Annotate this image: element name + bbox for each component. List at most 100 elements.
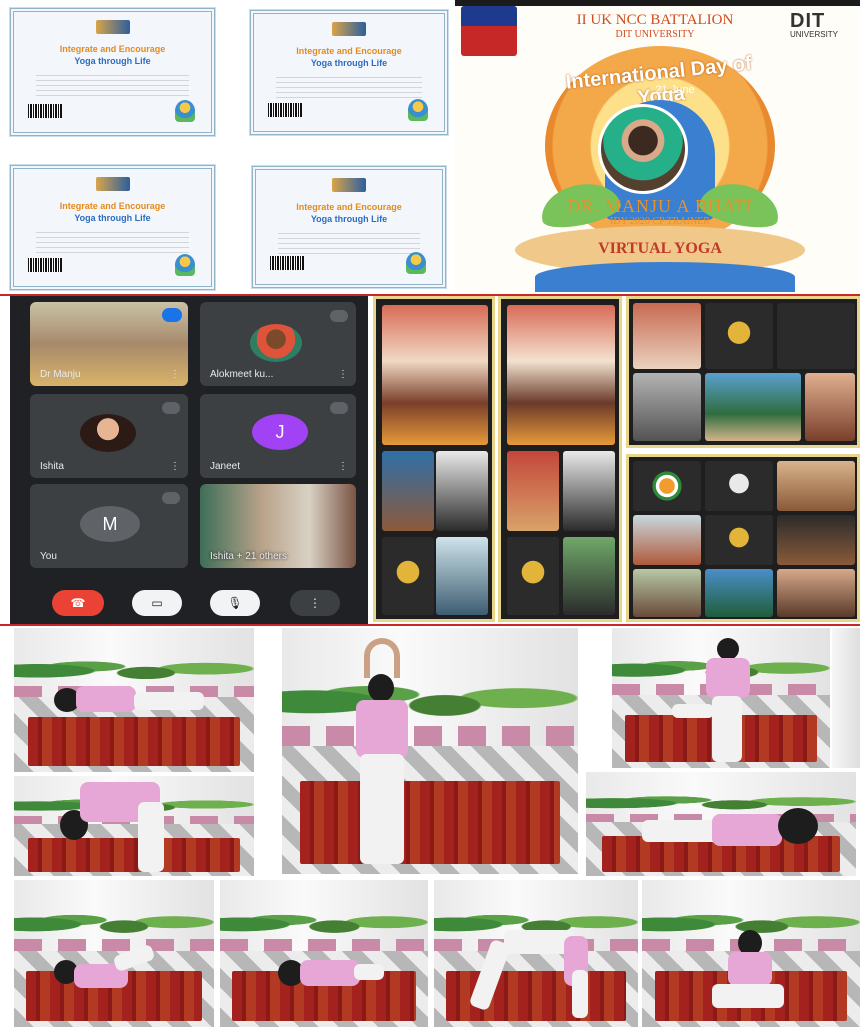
camera-off-button[interactable]: ▭ bbox=[132, 590, 182, 616]
participant-name: Alokmeet ku... bbox=[210, 369, 274, 380]
barcode-icon bbox=[268, 103, 302, 117]
certificate-1: Integrate and Encourage Yoga through Lif… bbox=[9, 7, 216, 137]
more-options-icon[interactable]: ⋮ bbox=[170, 461, 180, 472]
mic-off-button[interactable]: 🎙 bbox=[210, 590, 260, 616]
video-tile bbox=[705, 569, 773, 617]
certificate-title: Integrate and Encourage bbox=[59, 201, 166, 211]
certificate-body-text bbox=[36, 229, 189, 253]
certificate-subtitle: Yoga through Life bbox=[74, 56, 151, 66]
video-tile bbox=[507, 451, 559, 531]
certificate-title: Integrate and Encourage bbox=[296, 202, 402, 212]
video-tile bbox=[633, 569, 701, 617]
participant-tile-self[interactable]: M You bbox=[30, 484, 188, 568]
more-options-icon[interactable]: ⋮ bbox=[338, 461, 348, 472]
yoga-photo-5 bbox=[586, 772, 856, 876]
poster-top-band bbox=[455, 0, 860, 6]
video-tile bbox=[777, 303, 855, 369]
mic-off-icon bbox=[162, 402, 180, 414]
participant-name: Janeet bbox=[210, 461, 241, 472]
video-tile bbox=[705, 461, 773, 511]
certificate-body-text bbox=[278, 230, 420, 254]
child-figure bbox=[270, 946, 390, 996]
emblem-icon bbox=[332, 22, 366, 36]
yoga-photo-9 bbox=[642, 880, 860, 1027]
idy-poster: II UK NCC BATTALION DIT UNIVERSITY DIT U… bbox=[455, 0, 860, 296]
yoga-photo-3 bbox=[612, 628, 830, 768]
participant-tile-4[interactable]: J Janeet ⋮ bbox=[200, 394, 356, 478]
yoga-logo-icon bbox=[408, 99, 428, 121]
video-tile bbox=[507, 537, 559, 615]
video-tile bbox=[382, 451, 434, 531]
video-tile bbox=[777, 569, 855, 617]
emblem-icon bbox=[95, 20, 130, 34]
phone-grid-screenshot-2 bbox=[498, 296, 622, 622]
desktop-meet-grid-1 bbox=[626, 296, 860, 448]
certificate-3: Integrate and Encourage Yoga through Lif… bbox=[9, 164, 216, 291]
avatar bbox=[250, 324, 302, 362]
video-tile bbox=[777, 515, 855, 565]
video-tile bbox=[633, 461, 701, 511]
certificate-subtitle: Yoga through Life bbox=[310, 214, 388, 224]
emblem-icon bbox=[95, 177, 130, 191]
child-figure bbox=[468, 930, 604, 1020]
yoga-photo-2 bbox=[282, 628, 578, 874]
video-tile bbox=[705, 515, 773, 565]
video-call-panel: Dr Manju ⋮ Alokmeet ku... ⋮ Ishita ⋮ J J… bbox=[10, 296, 368, 624]
participant-tile-1[interactable]: Dr Manju ⋮ bbox=[30, 302, 188, 386]
video-tile bbox=[633, 373, 701, 441]
video-tile bbox=[507, 305, 615, 445]
more-options-icon[interactable]: ⋮ bbox=[170, 369, 180, 380]
more-options-icon[interactable]: ⋮ bbox=[338, 369, 348, 380]
child-figure bbox=[712, 930, 802, 1020]
barcode-icon bbox=[28, 104, 62, 118]
certificate-body-text bbox=[276, 74, 422, 98]
video-tile bbox=[705, 303, 773, 369]
ncc-badge-icon bbox=[461, 6, 517, 56]
video-tile bbox=[382, 305, 488, 445]
child-figure bbox=[642, 800, 822, 860]
participant-name: Dr Manju bbox=[40, 369, 81, 380]
pillar bbox=[832, 628, 860, 768]
participant-tile-3[interactable]: Ishita ⋮ bbox=[30, 394, 188, 478]
more-options-button[interactable]: ⋮ bbox=[290, 590, 340, 616]
child-figure bbox=[342, 638, 422, 868]
poster-base-band bbox=[535, 262, 795, 292]
video-tile bbox=[777, 461, 855, 511]
dit-logo: DIT UNIVERSITY bbox=[790, 10, 860, 39]
child-figure bbox=[54, 782, 184, 872]
emblem-icon bbox=[332, 178, 366, 192]
mic-off-icon bbox=[162, 492, 180, 504]
yoga-photo-6 bbox=[14, 880, 214, 1027]
yoga-photo-8 bbox=[434, 880, 638, 1027]
video-tile bbox=[436, 451, 488, 531]
video-tile bbox=[705, 373, 801, 441]
desktop-meet-grid-2 bbox=[626, 454, 860, 622]
participant-tile-others[interactable]: Ishita + 21 others bbox=[200, 484, 356, 568]
participant-name: Ishita bbox=[40, 461, 64, 472]
child-figure bbox=[672, 638, 782, 766]
avatar: M bbox=[80, 506, 140, 542]
yoga-logo-icon bbox=[406, 252, 426, 274]
end-call-button[interactable]: ☎ bbox=[52, 590, 104, 616]
avatar-initial: M bbox=[102, 513, 118, 534]
video-tile bbox=[563, 537, 615, 615]
event-date: 21 June bbox=[655, 84, 695, 96]
participant-tile-2[interactable]: Alokmeet ku... ⋮ bbox=[200, 302, 356, 386]
mic-off-icon bbox=[162, 308, 182, 322]
certificate-title: Integrate and Encourage bbox=[296, 46, 402, 56]
trainer-photo bbox=[598, 104, 688, 194]
certificate-2: Integrate and Encourage Yoga through Lif… bbox=[249, 9, 449, 136]
trainer-name: DR. MANJU A BHATI bbox=[566, 196, 754, 216]
participant-name: Ishita + 21 others bbox=[210, 551, 287, 562]
avatar-initial: J bbox=[275, 421, 285, 442]
avatar bbox=[80, 414, 136, 452]
participant-name: You bbox=[40, 551, 57, 562]
certificate-4: Integrate and Encourage Yoga through Lif… bbox=[251, 165, 447, 289]
video-tile bbox=[436, 537, 488, 615]
video-tile bbox=[633, 515, 701, 565]
certificate-subtitle: Yoga through Life bbox=[74, 213, 151, 223]
video-tile bbox=[563, 451, 615, 531]
yoga-logo-icon bbox=[175, 100, 195, 122]
certificate-subtitle: Yoga through Life bbox=[310, 58, 388, 68]
session-title: VIRTUAL YOGA bbox=[598, 240, 722, 257]
